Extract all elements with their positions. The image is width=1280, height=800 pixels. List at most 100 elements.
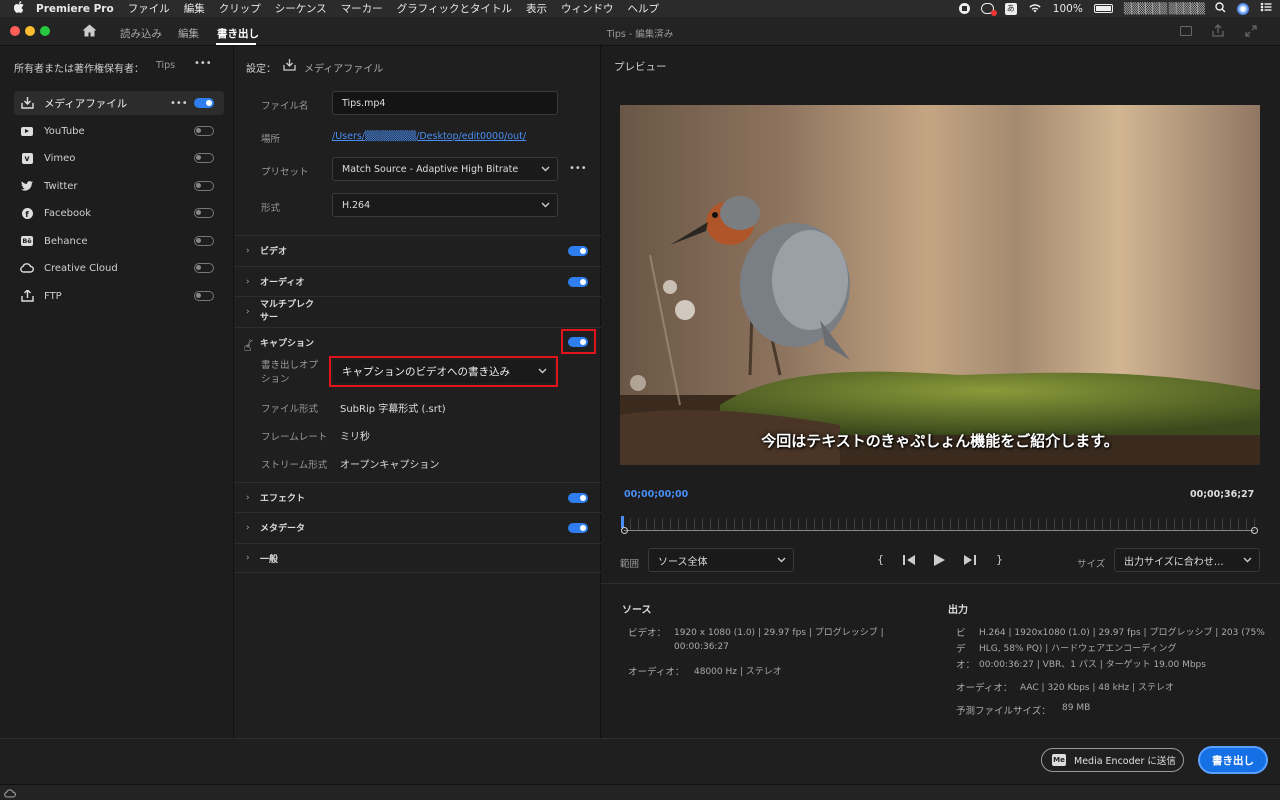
chevron-right-icon: › <box>246 276 250 287</box>
video-toggle[interactable] <box>568 246 588 256</box>
menu-window[interactable]: ウィンドウ <box>561 1 614 16</box>
siri-icon[interactable] <box>1237 2 1249 15</box>
destination-ftp[interactable]: FTP <box>14 284 224 308</box>
input-method-icon[interactable]: あ <box>1004 2 1017 15</box>
workspace-icon[interactable] <box>1180 26 1192 36</box>
source-audio-label: オーディオ： <box>628 667 685 678</box>
screen-share-icon[interactable] <box>980 3 997 16</box>
record-icon[interactable] <box>958 3 970 14</box>
output-video-line-3: 00:00:36:27 | VBR、1 パス | ターゲット 19.00 Mbp… <box>979 660 1206 670</box>
media-encoder-icon: Me <box>1052 754 1066 766</box>
youtube-toggle[interactable] <box>194 126 214 136</box>
caption-toggle[interactable] <box>568 337 588 347</box>
search-icon[interactable] <box>1215 1 1226 16</box>
chevron-right-icon: › <box>246 553 250 563</box>
menu-clip[interactable]: クリップ <box>219 1 261 16</box>
menu-sequence[interactable]: シーケンス <box>275 1 327 16</box>
source-video-label: ビデオ： <box>628 628 667 639</box>
export-option-select[interactable]: キャプションのビデオへの書き込み <box>333 360 554 383</box>
effects-toggle[interactable] <box>568 493 588 503</box>
step-back-icon[interactable] <box>903 555 916 568</box>
vimeo-toggle[interactable] <box>194 153 214 163</box>
destination-label: FTP <box>44 290 62 302</box>
section-effects[interactable]: › エフェクト <box>234 482 601 512</box>
section-video[interactable]: › ビデオ <box>234 235 601 265</box>
destination-more-button[interactable]: ••• <box>170 98 188 109</box>
section-multiplexer[interactable]: › マルチプレクサー <box>234 296 601 326</box>
wifi-icon[interactable] <box>1028 2 1042 16</box>
metadata-toggle[interactable] <box>568 523 588 533</box>
destination-youtube[interactable]: YouTube <box>14 119 224 143</box>
behance-toggle[interactable] <box>194 236 214 246</box>
range-value: ソース全体 <box>658 556 708 568</box>
destination-behance[interactable]: Bē Behance <box>14 229 224 253</box>
menu-marker[interactable]: マーカー <box>341 1 383 16</box>
stream-format-label: ストリーム形式 <box>261 460 328 471</box>
section-caption[interactable]: › キャプション <box>234 327 601 357</box>
format-select[interactable]: H.264 <box>332 193 558 217</box>
section-metadata[interactable]: › メタデータ <box>234 512 601 542</box>
send-to-media-encoder-button[interactable]: Me Media Encoder に送信 <box>1041 748 1184 772</box>
location-link[interactable]: /Users/▒▒▒▒▒▒▒/Desktop/edit0000/out/ <box>332 131 526 142</box>
menu-view[interactable]: 表示 <box>526 1 547 16</box>
destination-label: YouTube <box>44 125 85 137</box>
step-forward-icon[interactable] <box>963 555 976 568</box>
battery-icon[interactable] <box>1093 4 1113 13</box>
creative-cloud-status-icon[interactable] <box>4 788 16 800</box>
share-icon[interactable] <box>1212 24 1224 40</box>
mark-out-button[interactable]: } <box>996 553 1003 566</box>
play-icon[interactable] <box>934 554 945 569</box>
destination-media-file[interactable]: メディアファイル ••• <box>14 91 224 115</box>
audio-toggle[interactable] <box>568 277 588 287</box>
menu-help[interactable]: ヘルプ <box>627 1 659 16</box>
download-icon <box>283 59 296 74</box>
section-audio[interactable]: › オーディオ <box>234 266 601 296</box>
app-menu[interactable]: Premiere Pro <box>36 3 114 15</box>
size-value: 出力サイズに合わせ… <box>1124 556 1224 568</box>
section-general[interactable]: › 一般 <box>234 543 601 573</box>
chevron-down-icon <box>541 200 550 208</box>
menu-file[interactable]: ファイル <box>128 1 170 16</box>
destination-label: メディアファイル <box>44 97 128 110</box>
destination-vimeo[interactable]: v Vimeo <box>14 146 224 170</box>
output-video-label-3: オ： <box>956 660 976 671</box>
section-label: メタデータ <box>260 524 306 534</box>
twitter-toggle[interactable] <box>194 181 214 191</box>
export-button[interactable]: 書き出し <box>1198 746 1268 774</box>
mark-in-button[interactable]: { <box>877 553 884 566</box>
menu-graphics[interactable]: グラフィックとタイトル <box>397 1 512 16</box>
system-menubar: Premiere Pro ファイル 編集 クリップ シーケンス マーカー グラフ… <box>0 0 1280 17</box>
range-out-handle[interactable] <box>1251 527 1258 534</box>
timeline-ruler[interactable] <box>622 518 1256 530</box>
destination-twitter[interactable]: Twitter <box>14 174 224 198</box>
file-format-value[interactable]: SubRip 字幕形式 (.srt) <box>340 400 446 415</box>
timecode-current[interactable]: 00;00;00;00 <box>624 489 688 500</box>
preset-select[interactable]: Match Source - Adaptive High Bitrate <box>332 157 558 181</box>
menu-edit[interactable]: 編集 <box>184 1 205 16</box>
output-audio-label: オーディオ： <box>956 683 1013 694</box>
size-select[interactable]: 出力サイズに合わせ… <box>1114 548 1260 572</box>
range-select[interactable]: ソース全体 <box>648 548 794 572</box>
status-bar <box>0 784 1280 800</box>
chevron-down-icon <box>777 555 786 563</box>
apple-icon[interactable] <box>13 1 24 16</box>
destination-creative-cloud[interactable]: Creative Cloud <box>14 256 224 280</box>
control-center-icon[interactable] <box>1260 2 1272 15</box>
creative-cloud-toggle[interactable] <box>194 263 214 273</box>
fullscreen-icon[interactable] <box>1245 25 1257 40</box>
preset-more-button[interactable]: ••• <box>569 163 587 174</box>
info-divider <box>601 583 1280 584</box>
chevron-down-icon <box>541 164 550 172</box>
destination-facebook[interactable]: f Facebook <box>14 201 224 225</box>
frame-rate-value[interactable]: ミリ秒 <box>340 428 370 443</box>
range-bar[interactable] <box>624 530 1254 531</box>
owner-more-button[interactable]: ••• <box>194 58 212 69</box>
size-label: サイズ <box>1077 559 1106 570</box>
user-name-blurred: ▒▒▒▒▒▒ ▒▒▒▒▒ <box>1123 2 1205 15</box>
facebook-toggle[interactable] <box>194 208 214 218</box>
stream-format-value[interactable]: オープンキャプション <box>340 456 439 471</box>
filename-input[interactable]: Tips.mp4 <box>332 91 558 115</box>
media-file-toggle[interactable] <box>194 98 214 108</box>
ftp-toggle[interactable] <box>194 291 214 301</box>
range-in-handle[interactable] <box>621 527 628 534</box>
